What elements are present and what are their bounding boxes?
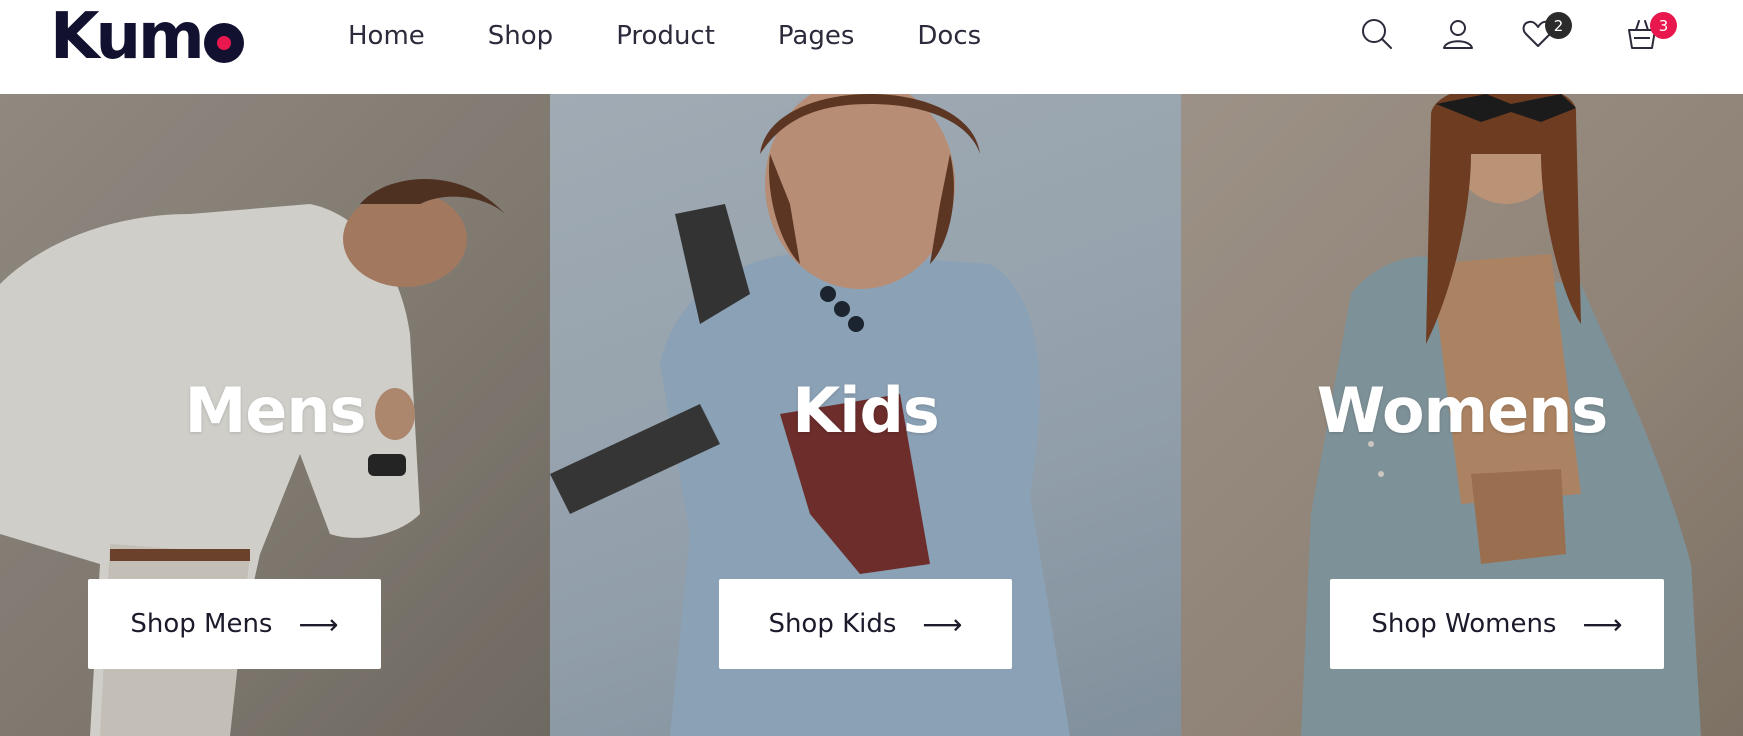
wishlist-count-badge: 2 — [1545, 12, 1572, 39]
header-actions: 2 3 — [0, 12, 1743, 54]
category-panel-womens[interactable]: Womens Shop Womens ⟶ — [1181, 94, 1743, 736]
cart-button[interactable]: 3 — [1622, 12, 1677, 54]
shop-mens-button[interactable]: Shop Mens ⟶ — [88, 579, 381, 669]
mens-title: Mens — [184, 374, 367, 447]
womens-title: Womens — [1316, 374, 1608, 447]
arrow-right-icon: ⟶ — [1582, 607, 1623, 641]
kids-title: Kids — [792, 374, 940, 447]
shop-mens-label: Shop Mens — [130, 609, 273, 639]
site-header: Kum Home Shop Product Pages Docs 2 3 — [0, 0, 1743, 94]
search-icon[interactable] — [1357, 14, 1397, 54]
wishlist-button[interactable]: 2 — [1518, 12, 1572, 54]
arrow-right-icon: ⟶ — [298, 607, 339, 641]
shop-kids-label: Shop Kids — [768, 609, 897, 639]
shop-kids-button[interactable]: Shop Kids ⟶ — [719, 579, 1012, 669]
arrow-right-icon: ⟶ — [922, 607, 963, 641]
cart-count-badge: 3 — [1650, 12, 1677, 39]
user-icon[interactable] — [1438, 14, 1478, 54]
category-panel-mens[interactable]: Mens Shop Mens ⟶ — [0, 94, 550, 736]
shop-womens-button[interactable]: Shop Womens ⟶ — [1330, 579, 1664, 669]
shop-womens-label: Shop Womens — [1371, 609, 1557, 639]
category-panel-kids[interactable]: Kids Shop Kids ⟶ — [550, 94, 1181, 736]
category-hero: Mens Shop Mens ⟶ Kids Shop Kids ⟶ Womens… — [0, 94, 1743, 736]
